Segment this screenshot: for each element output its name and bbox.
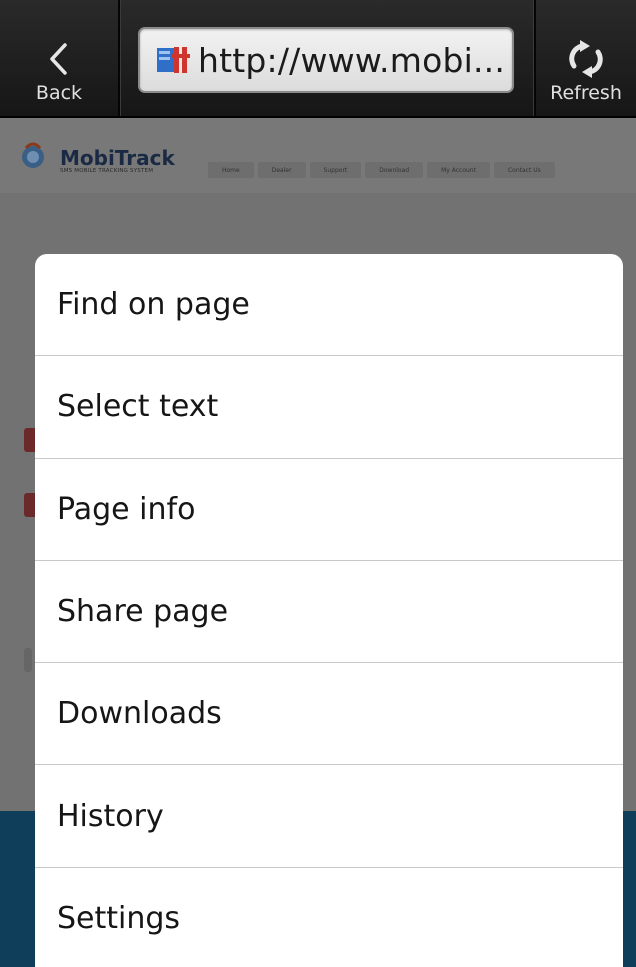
menu-item-page-info[interactable]: Page info — [35, 459, 623, 561]
site-favicon-icon — [157, 47, 190, 73]
site-nav-item-download[interactable]: Download — [365, 162, 424, 178]
browser-toolbar: Back http://www.mobi... Refresh — [0, 0, 636, 118]
site-nav-item-home[interactable]: Home — [208, 162, 254, 178]
site-bullet-icon — [24, 648, 32, 672]
menu-item-settings[interactable]: Settings — [35, 868, 623, 967]
browser-options-menu: Find on page Select text Page info Share… — [35, 254, 623, 967]
menu-item-label: Page info — [57, 491, 196, 527]
refresh-label: Refresh — [550, 82, 622, 104]
site-header: MobiTrack SMS MOBILE TRACKING SYSTEM Hom… — [0, 118, 636, 193]
menu-item-downloads[interactable]: Downloads — [35, 663, 623, 766]
menu-item-select-text[interactable]: Select text — [35, 356, 623, 459]
chevron-left-icon — [47, 36, 71, 82]
site-nav-item-contact-us[interactable]: Contact Us — [493, 162, 555, 178]
back-label: Back — [35, 82, 83, 104]
refresh-icon — [566, 36, 606, 82]
back-button[interactable]: Back — [0, 0, 120, 116]
url-bar-container: http://www.mobi... — [120, 0, 534, 116]
site-logo-icon — [22, 142, 44, 168]
refresh-button[interactable]: Refresh — [534, 0, 636, 116]
menu-item-label: History — [57, 798, 164, 834]
menu-item-label: Find on page — [57, 287, 250, 323]
url-bar[interactable]: http://www.mobi... — [138, 27, 514, 93]
site-nav-item-dealer[interactable]: Dealer — [257, 162, 306, 178]
menu-item-history[interactable]: History — [35, 765, 623, 868]
menu-item-label: Settings — [57, 901, 181, 937]
menu-item-label: Share page — [57, 594, 229, 630]
menu-item-share-page[interactable]: Share page — [35, 561, 623, 664]
site-name: MobiTrack — [60, 146, 175, 170]
menu-item-label: Downloads — [57, 696, 222, 732]
url-text: http://www.mobi... — [198, 40, 506, 80]
site-nav: Home Dealer Support Download My Account … — [208, 162, 559, 178]
menu-item-label: Select text — [57, 389, 219, 425]
site-tagline: SMS MOBILE TRACKING SYSTEM — [60, 168, 154, 174]
menu-item-find-on-page[interactable]: Find on page — [35, 254, 623, 357]
site-nav-item-my-account[interactable]: My Account — [427, 162, 490, 178]
site-nav-item-support[interactable]: Support — [309, 162, 362, 178]
